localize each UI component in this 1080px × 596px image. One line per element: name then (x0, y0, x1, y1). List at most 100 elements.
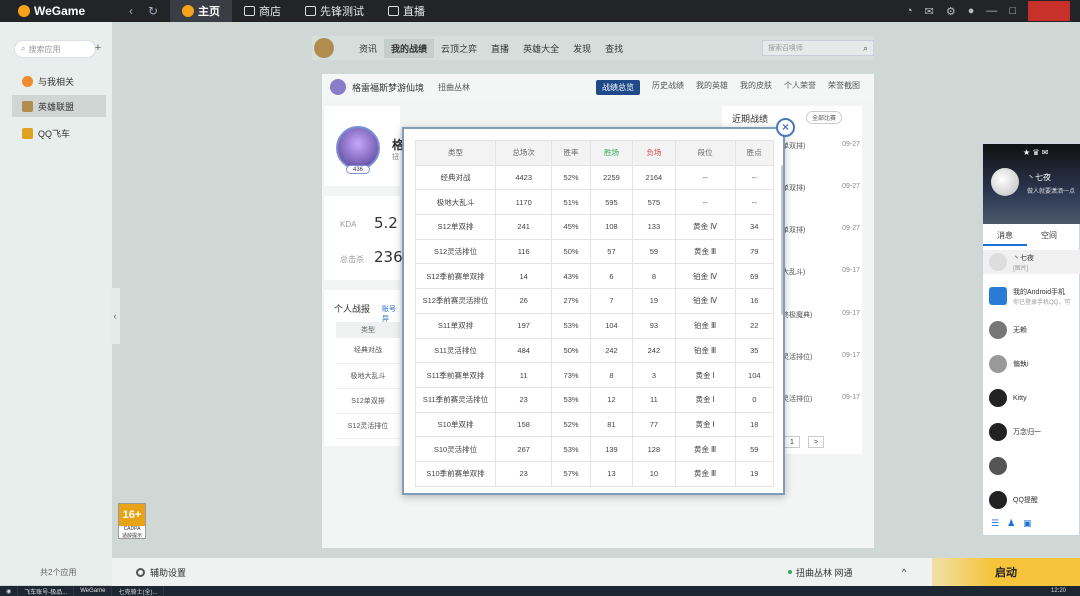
tab-my-heroes[interactable]: 我的英雄 (696, 80, 728, 95)
contact-item[interactable]: 偏執i (989, 352, 1080, 376)
cell-winrate: 50% (551, 337, 591, 364)
contact-item[interactable] (989, 454, 1080, 478)
assist-settings-button[interactable]: 辅助设置 (136, 566, 186, 579)
table-row: S12季前赛单双排 14 43% 6 8 铂金 Ⅳ 69 (415, 263, 775, 290)
app-manager-icon[interactable]: ▣ (1023, 518, 1032, 529)
settings-icon[interactable]: ⚙ (946, 5, 956, 18)
lol-nav-tft[interactable]: 云顶之弈 (434, 39, 484, 58)
list-item[interactable]: 灵活排位) 09-17 (782, 352, 860, 362)
top-nav-store[interactable]: 商店 (232, 0, 293, 22)
summoner-search-input[interactable]: 搜索召唤师 ⌕ (762, 40, 874, 56)
top-nav-live[interactable]: 直播 (376, 0, 437, 22)
table-row: S12单双排 (336, 388, 400, 414)
tab-my-skins[interactable]: 我的皮肤 (740, 80, 772, 95)
wegame-logo[interactable]: WeGame (0, 4, 120, 18)
contact-item[interactable]: 丶七夜 [图片] (983, 250, 1080, 274)
cell-winrate: 53% (551, 386, 591, 413)
list-item[interactable]: 终极魔典) 09-17 (782, 310, 860, 320)
start-icon[interactable]: ◉ (0, 586, 19, 596)
list-item[interactable]: 大乱斗) 09-17 (782, 267, 860, 277)
contact-item[interactable]: QQ提醒 (989, 488, 1080, 512)
add-app-icon[interactable]: + (92, 42, 104, 56)
menu-icon[interactable]: ☰ (991, 518, 999, 529)
account-link[interactable]: 账号异 (382, 304, 400, 324)
tab-messages[interactable]: 消息 (983, 228, 1027, 246)
skin-icon[interactable]: ◔ (906, 5, 913, 17)
cell-type: S12季前赛灵活排位 (415, 288, 496, 314)
cell-total: 241 (494, 214, 553, 240)
tab-overview[interactable]: 战绩总览 (596, 79, 640, 95)
cell-lp: 69 (734, 263, 775, 290)
level-badge: 436 (346, 165, 370, 174)
summoner-server: 扭曲丛林 (438, 82, 471, 92)
taskbar-item[interactable]: 飞车账号-极品... (18, 586, 75, 596)
back-icon[interactable]: ‹ (120, 4, 142, 18)
next-page-button[interactable]: > (808, 436, 824, 448)
top-nav-home-label: 主页 (198, 6, 220, 18)
add-friend-icon[interactable]: ♟ (1007, 518, 1015, 529)
cell-wins: 2259 (589, 164, 634, 191)
cell-losses: 93 (632, 312, 676, 339)
server-label: 扭曲丛林 网通 (796, 567, 853, 578)
lol-nav-find[interactable]: 查找 (598, 39, 630, 58)
collapse-sidebar-button[interactable]: ‹ (110, 288, 120, 344)
taskbar-item[interactable]: 七壳骑士(全)... (112, 586, 165, 596)
contact-status: [图片] (1013, 265, 1029, 272)
match-date: 09-17 (842, 394, 860, 401)
app-search-input[interactable]: ⌕ 搜索应用 (14, 40, 96, 58)
top-nav-pioneer[interactable]: 先锋测试 (293, 0, 376, 22)
chevron-up-icon[interactable]: ^ (902, 567, 906, 577)
list-item[interactable]: 灵活排位) 09-17 (782, 394, 860, 404)
top-bar: WeGame ‹ ↻ 主页 商店 先锋测试 直播 ◔ ✉ ⚙ ● — □ (0, 0, 1080, 22)
lol-logo-icon (314, 38, 334, 58)
sidebar-item-lol[interactable]: 英雄联盟 (12, 95, 106, 117)
taskbar-item[interactable]: WeGame (74, 586, 113, 596)
maximize-icon[interactable]: □ (1009, 5, 1016, 17)
qq-avatar[interactable] (991, 168, 1019, 196)
mail-icon[interactable]: ✉ (925, 5, 934, 18)
search-icon[interactable]: ⌕ (863, 43, 868, 54)
close-button[interactable] (1028, 1, 1070, 21)
refresh-icon[interactable]: ↻ (142, 4, 164, 18)
list-item[interactable]: 单双排) 09-27 (782, 141, 860, 151)
cell-wins: 595 (589, 189, 634, 216)
qq-status-icons: ★ ♛ ✉ (1023, 148, 1049, 157)
lol-nav-discover[interactable]: 发现 (566, 39, 598, 58)
dialog-scrollbar[interactable] (781, 165, 783, 315)
match-mode: 单双排) (782, 227, 806, 234)
profile-avatar (336, 126, 380, 170)
tab-space[interactable]: 空间 (1027, 228, 1071, 246)
contact-item[interactable]: 无赖 (989, 318, 1080, 342)
table-row: S12单双排 241 45% 108 133 黄金 Ⅳ 34 (415, 214, 775, 240)
lol-nav-my-record[interactable]: 我的战绩 (384, 38, 435, 58)
contact-item[interactable]: 万念归一 (989, 420, 1080, 444)
tab-honor-screens[interactable]: 荣誉截图 (828, 80, 860, 95)
top-nav-home[interactable]: 主页 (170, 0, 232, 22)
cell-type: S11灵活排位 (415, 337, 496, 364)
minimize-icon[interactable]: — (986, 5, 997, 17)
cell-losses: 59 (632, 238, 676, 265)
app-search-placeholder: 搜索应用 (28, 44, 61, 54)
server-select[interactable]: 扭曲丛林 网通 (788, 566, 853, 579)
tab-history[interactable]: 历史战绩 (652, 80, 684, 95)
contact-name: 我的Android手机 (1013, 288, 1066, 296)
lol-nav-news[interactable]: 资讯 (352, 39, 384, 58)
list-item[interactable]: 单双排) 09-27 (782, 225, 860, 235)
tab-honor[interactable]: 个人荣誉 (784, 80, 816, 95)
table-row: S11单双排 197 53% 104 93 铂金 Ⅲ 22 (415, 312, 775, 339)
page-1-button[interactable]: 1 (784, 436, 800, 448)
dialog-close-button[interactable]: × (776, 118, 795, 137)
qq-signature[interactable]: 做人就要潇洒一点 (1027, 186, 1075, 195)
match-filter-select[interactable]: 全部比赛 (806, 111, 843, 124)
contact-item[interactable]: 我的Android手机 你已登录手机QQ，可 (989, 284, 1080, 308)
sidebar-item-qq-speed[interactable]: QQ飞车 (12, 122, 106, 144)
contact-item[interactable]: Kitty (989, 386, 1080, 410)
sidebar-item-related[interactable]: 与我相关 (12, 70, 106, 92)
cell-total: 197 (494, 312, 553, 339)
launch-button[interactable]: 启动 (932, 558, 1080, 586)
lol-nav-live[interactable]: 直播 (484, 39, 516, 58)
cell-lp: 104 (734, 362, 775, 388)
lol-nav-heroes[interactable]: 英雄大全 (516, 39, 566, 58)
user-avatar-icon[interactable]: ● (968, 5, 975, 17)
list-item[interactable]: 单双排) 09-27 (782, 183, 860, 193)
